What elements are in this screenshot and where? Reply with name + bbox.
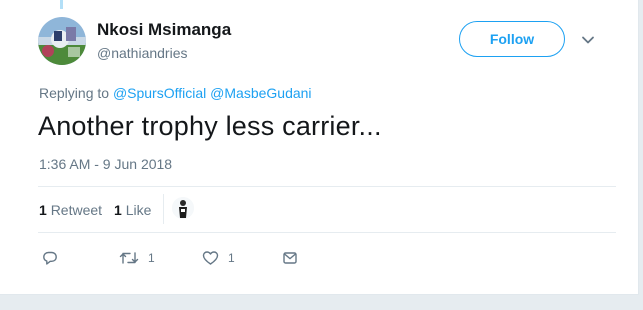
follow-button[interactable]: Follow: [459, 21, 565, 57]
chevron-down-icon[interactable]: [580, 32, 596, 48]
retweet-count: 1: [148, 251, 155, 265]
stats-separator: [163, 194, 164, 224]
like-stat-label: Like: [125, 202, 152, 218]
like-button[interactable]: 1: [202, 248, 235, 268]
direct-message-button[interactable]: [282, 248, 298, 268]
like-stat-count: 1: [114, 202, 122, 218]
avatar[interactable]: [38, 17, 86, 65]
author-handle[interactable]: @nathiandries: [97, 45, 188, 61]
tweet-text: Another trophy less carrier...: [38, 111, 382, 141]
reply-icon: [42, 250, 58, 266]
thread-connector-line: [60, 0, 63, 9]
retweet-stat-label: Retweet: [50, 202, 103, 218]
reply-button[interactable]: [42, 248, 58, 268]
tweet-timestamp[interactable]: 1:36 AM - 9 Jun 2018: [39, 156, 172, 172]
divider: [38, 232, 616, 233]
retweet-stat[interactable]: 1 Retweet: [39, 202, 102, 218]
heart-icon: [202, 250, 219, 266]
mention-link[interactable]: @SpursOfficial: [113, 85, 206, 101]
mention-link[interactable]: @MasbeGudani: [210, 85, 311, 101]
retweet-button[interactable]: 1: [119, 248, 155, 268]
replying-to-label: Replying to: [39, 85, 110, 101]
like-stat[interactable]: 1 Like: [114, 202, 151, 218]
retweet-icon: [119, 250, 139, 266]
tweet-card: Nkosi Msimanga @nathiandries Follow Repl…: [0, 0, 639, 295]
liker-avatar[interactable]: [172, 197, 194, 219]
replying-to: Replying to @SpursOfficial @MasbeGudani: [39, 85, 312, 101]
tweet-stats: 1 Retweet 1 Like: [39, 202, 151, 218]
divider: [38, 186, 616, 187]
retweet-stat-count: 1: [39, 202, 47, 218]
like-count: 1: [228, 251, 235, 265]
envelope-icon: [282, 250, 298, 266]
author-name[interactable]: Nkosi Msimanga: [97, 20, 231, 40]
